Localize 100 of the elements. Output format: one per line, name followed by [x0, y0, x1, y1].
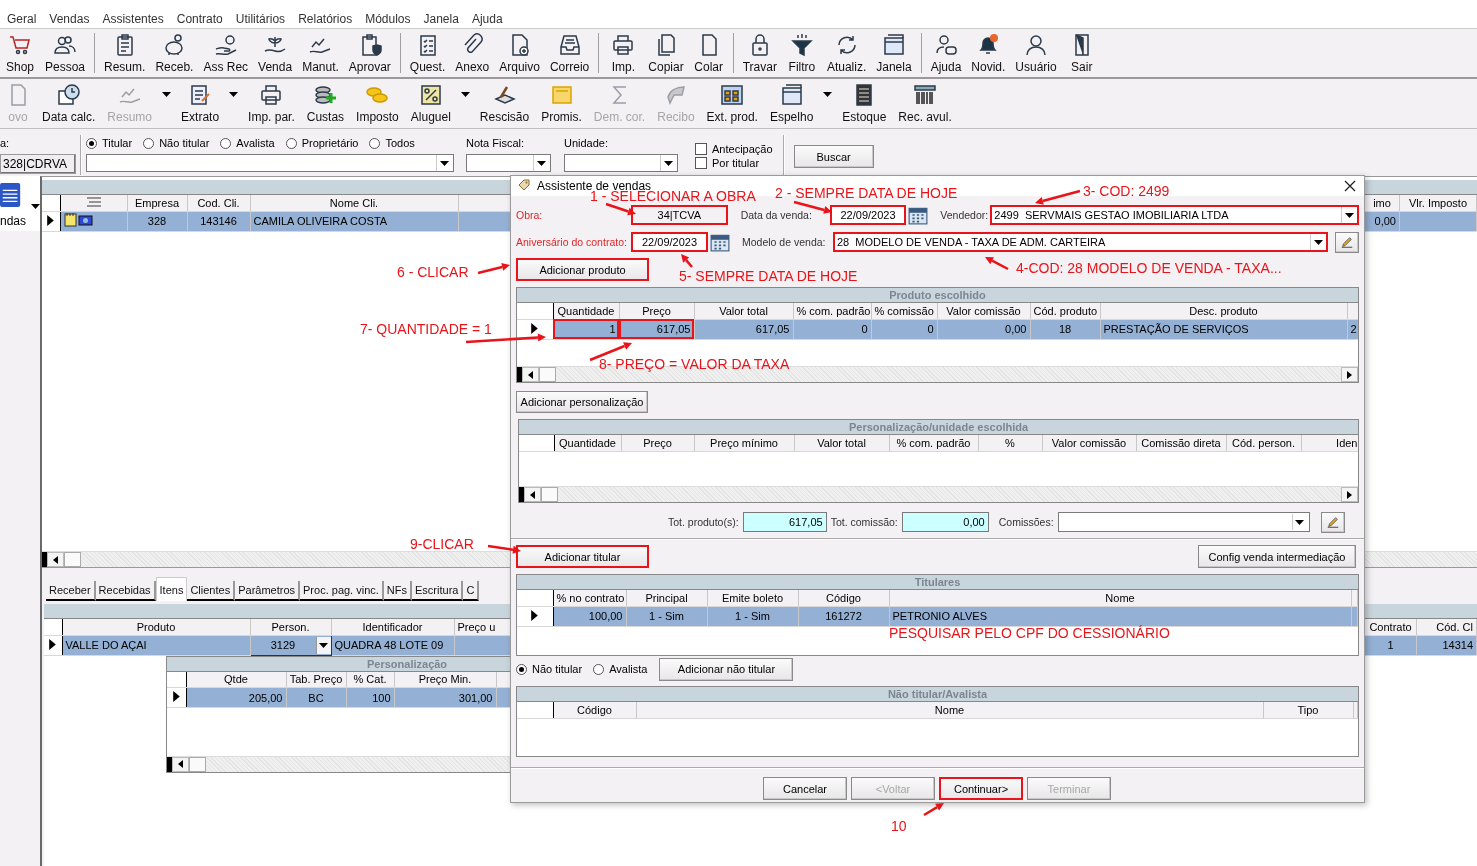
tab[interactable]: Clientes: [187, 581, 236, 601]
column-header[interactable]: Produto: [62, 619, 250, 635]
close-button[interactable]: [1342, 178, 1358, 194]
toolbar-button[interactable]: Novid.: [966, 32, 1011, 74]
toolbar-button[interactable]: Promis.: [535, 83, 588, 124]
column-header[interactable]: % no contrato: [553, 590, 626, 606]
toolbar-button[interactable]: Ext. prod.: [700, 83, 764, 124]
action-button[interactable]: Continuar>: [939, 777, 1023, 800]
tab[interactable]: Itens: [155, 577, 188, 601]
column-header[interactable]: % comissão: [871, 303, 937, 319]
scroll-thumb[interactable]: [541, 487, 558, 502]
dropdown-field[interactable]: 28 MODELO DE VENDA - TAXA DE ADM. CARTEIRA: [833, 232, 1328, 252]
left-arrow-icon[interactable]: [53, 555, 58, 564]
column-header[interactable]: Preço mínimo: [694, 435, 794, 451]
table-row[interactable]: 100,00 1 - Sim 1 - Sim 161272 PETRONIO ALVES: [517, 606, 1358, 626]
toolbar-button[interactable]: Travar: [737, 32, 782, 74]
menu-item[interactable]: Ajuda: [471, 10, 503, 28]
column-header[interactable]: Código: [798, 590, 889, 606]
dropdown-button[interactable]: [315, 636, 330, 654]
toolbar-button[interactable]: Aprovar: [343, 32, 396, 74]
column-header[interactable]: Valor total: [794, 435, 889, 451]
checkbox[interactable]: [695, 157, 707, 169]
checkbox[interactable]: [695, 143, 707, 155]
column-header[interactable]: Cód. produto: [1030, 303, 1100, 319]
search-button[interactable]: Buscar: [793, 145, 874, 168]
column-header[interactable]: % com. padrão: [793, 303, 871, 319]
column-header[interactable]: Contrato: [1364, 619, 1417, 635]
toolbar-button[interactable]: Arquivo: [494, 32, 545, 74]
toolbar-button[interactable]: Extrato: [175, 83, 226, 124]
right-arrow-icon[interactable]: [1347, 490, 1352, 499]
menu-item[interactable]: Utilitários: [235, 10, 286, 28]
column-header[interactable]: % com. padrão: [889, 435, 978, 451]
toolbar-button[interactable]: Imp.: [603, 32, 644, 74]
toolbar-button[interactable]: Copiar: [643, 32, 689, 74]
sheet-icon[interactable]: [0, 182, 22, 208]
scroll-thumb[interactable]: [539, 367, 556, 382]
menu-item[interactable]: Módulos: [365, 10, 411, 28]
toolbar-button[interactable]: Atualiz.: [821, 32, 872, 74]
column-header[interactable]: Quantidade: [554, 435, 621, 451]
input-field[interactable]: 34|TCVA: [631, 205, 728, 225]
radio-button[interactable]: [143, 137, 155, 149]
toolbar-button[interactable]: Correio: [544, 32, 595, 74]
radio-button[interactable]: [86, 137, 97, 149]
company-field[interactable]: 328|CDRVA: [0, 154, 76, 174]
column-header[interactable]: %: [978, 435, 1042, 451]
toolbar-button[interactable]: Ajuda: [925, 32, 967, 74]
action-button[interactable]: Adicionar personalização: [516, 391, 648, 413]
toolbar-button[interactable]: Estoque: [836, 83, 893, 124]
action-button[interactable]: Adicionar não titular: [659, 657, 794, 681]
action-button[interactable]: Config venda intermediação: [1198, 545, 1356, 568]
toolbar-button[interactable]: Pessoa: [40, 32, 91, 74]
radio-button[interactable]: [369, 137, 381, 149]
toolbar-button[interactable]: Shop: [0, 32, 40, 74]
column-header[interactable]: Valor comissão: [937, 303, 1030, 319]
radio-button[interactable]: [285, 137, 297, 149]
table-row[interactable]: 1 617,05 617,05 0 0 0,00 18 PRESTAÇÃO DE SERVIÇOS 2: [517, 319, 1358, 339]
column-header[interactable]: Empresa: [127, 195, 187, 211]
column-header[interactable]: Nome Cli.: [250, 195, 458, 211]
left-arrow-icon[interactable]: [528, 370, 533, 379]
toolbar-button[interactable]: Rec. avul.: [892, 83, 958, 124]
column-header[interactable]: Cód. person.: [1226, 435, 1301, 451]
toolbar-button[interactable]: Rescisão: [473, 83, 536, 124]
toolbar-button[interactable]: Anexo: [450, 32, 495, 74]
column-header[interactable]: Desc. produto: [1100, 303, 1347, 319]
column-header[interactable]: Código: [553, 702, 636, 718]
toolbar-button[interactable]: Receb.: [150, 32, 199, 74]
tab[interactable]: Escritura: [412, 581, 464, 601]
toolbar-button[interactable]: Venda: [253, 32, 298, 74]
column-header[interactable]: Cód. Cl: [1416, 619, 1477, 635]
menu-item[interactable]: Janela: [423, 10, 459, 28]
tab[interactable]: NFs: [383, 581, 413, 601]
edit-button[interactable]: [1335, 231, 1359, 253]
tab[interactable]: Receber: [46, 581, 96, 601]
column-header[interactable]: Emite boleto: [707, 590, 798, 606]
column-header[interactable]: imo: [1364, 195, 1400, 211]
dropdown-field[interactable]: [86, 154, 454, 172]
toolbar-button[interactable]: Usuário: [1010, 32, 1062, 74]
toolbar-button[interactable]: Custas: [300, 83, 351, 124]
toolbar-button[interactable]: Aluguel: [404, 83, 457, 124]
column-header[interactable]: Comissão direta: [1136, 435, 1226, 451]
edit-button[interactable]: [1320, 511, 1345, 533]
toolbar-button[interactable]: Imposto: [350, 83, 405, 124]
toolbar-button[interactable]: Data calc.: [36, 83, 102, 124]
horizontal-scrollbar[interactable]: [519, 486, 1358, 502]
column-header[interactable]: Preço: [619, 303, 694, 319]
action-button[interactable]: Adicionar produto: [516, 258, 649, 281]
column-header[interactable]: Cod. Cli.: [187, 195, 250, 211]
column-header[interactable]: Quantidade: [553, 303, 619, 319]
menu-item[interactable]: Contrato: [176, 10, 223, 28]
calendar-icon[interactable]: [908, 205, 929, 225]
toolbar-button[interactable]: Janela: [871, 32, 917, 74]
dropdown-field[interactable]: [564, 154, 678, 172]
tab[interactable]: Recebidas: [95, 581, 156, 601]
radio-button[interactable]: [593, 663, 605, 675]
column-header[interactable]: Vlr. Imposto: [1399, 195, 1477, 211]
tab[interactable]: C: [463, 581, 480, 601]
menu-item[interactable]: Geral: [7, 10, 37, 28]
toolbar-button[interactable]: Manut.: [297, 32, 344, 74]
scroll-thumb[interactable]: [64, 552, 81, 567]
dropdown-field[interactable]: [466, 154, 551, 172]
